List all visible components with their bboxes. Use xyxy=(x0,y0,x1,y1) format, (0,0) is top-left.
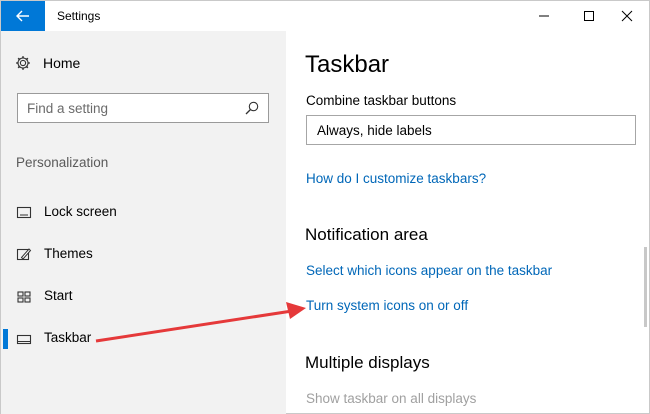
close-icon xyxy=(621,10,633,22)
sidebar-item-label: Themes xyxy=(44,246,93,261)
lock-screen-icon xyxy=(16,206,32,219)
scrollbar[interactable] xyxy=(644,247,647,327)
settings-window: Settings Home Personalizati xyxy=(0,0,650,414)
title-bar: Settings xyxy=(1,1,649,31)
dropdown-value: Always, hide labels xyxy=(317,122,432,138)
home-label: Home xyxy=(43,55,81,71)
system-icons-link[interactable]: Turn system icons on or off xyxy=(306,298,468,313)
back-arrow-icon xyxy=(16,10,29,22)
sidebar-item-label: Start xyxy=(44,288,73,303)
sidebar: Home Personalization Lock screen Themes xyxy=(1,31,286,414)
search-icon[interactable] xyxy=(244,100,260,116)
themes-icon xyxy=(16,248,32,261)
taskbar-icon xyxy=(16,334,32,345)
search-input[interactable] xyxy=(27,100,242,116)
combine-buttons-label: Combine taskbar buttons xyxy=(306,93,457,108)
notification-area-heading: Notification area xyxy=(305,225,428,244)
home-nav-item[interactable]: Home xyxy=(15,55,80,71)
window-title: Settings xyxy=(57,9,101,23)
selection-indicator xyxy=(3,329,8,349)
sidebar-item-label: Taskbar xyxy=(44,330,92,345)
section-heading-personalization: Personalization xyxy=(16,155,109,170)
gear-icon xyxy=(16,56,30,70)
sidebar-item-themes[interactable]: Themes xyxy=(1,237,286,273)
select-icons-link[interactable]: Select which icons appear on the taskbar xyxy=(306,263,552,278)
minimize-button[interactable] xyxy=(521,1,567,31)
sidebar-item-lock-screen[interactable]: Lock screen xyxy=(1,195,286,231)
sidebar-item-start[interactable]: Start xyxy=(1,279,286,315)
main-content: Taskbar Combine taskbar buttons Always, … xyxy=(286,31,649,414)
sidebar-item-label: Lock screen xyxy=(44,204,117,219)
minimize-icon xyxy=(539,15,549,17)
combine-buttons-dropdown[interactable]: Always, hide labels xyxy=(306,115,636,145)
back-button[interactable] xyxy=(1,1,45,31)
search-box[interactable] xyxy=(17,93,269,123)
maximize-icon xyxy=(584,11,594,21)
page-title: Taskbar xyxy=(305,51,390,78)
customize-taskbars-link[interactable]: How do I customize taskbars? xyxy=(306,171,486,186)
multiple-displays-heading: Multiple displays xyxy=(305,353,430,372)
close-button[interactable] xyxy=(604,1,650,31)
show-all-displays-label: Show taskbar on all displays xyxy=(306,391,477,406)
start-icon xyxy=(17,291,31,303)
sidebar-item-taskbar[interactable]: Taskbar xyxy=(1,321,286,357)
